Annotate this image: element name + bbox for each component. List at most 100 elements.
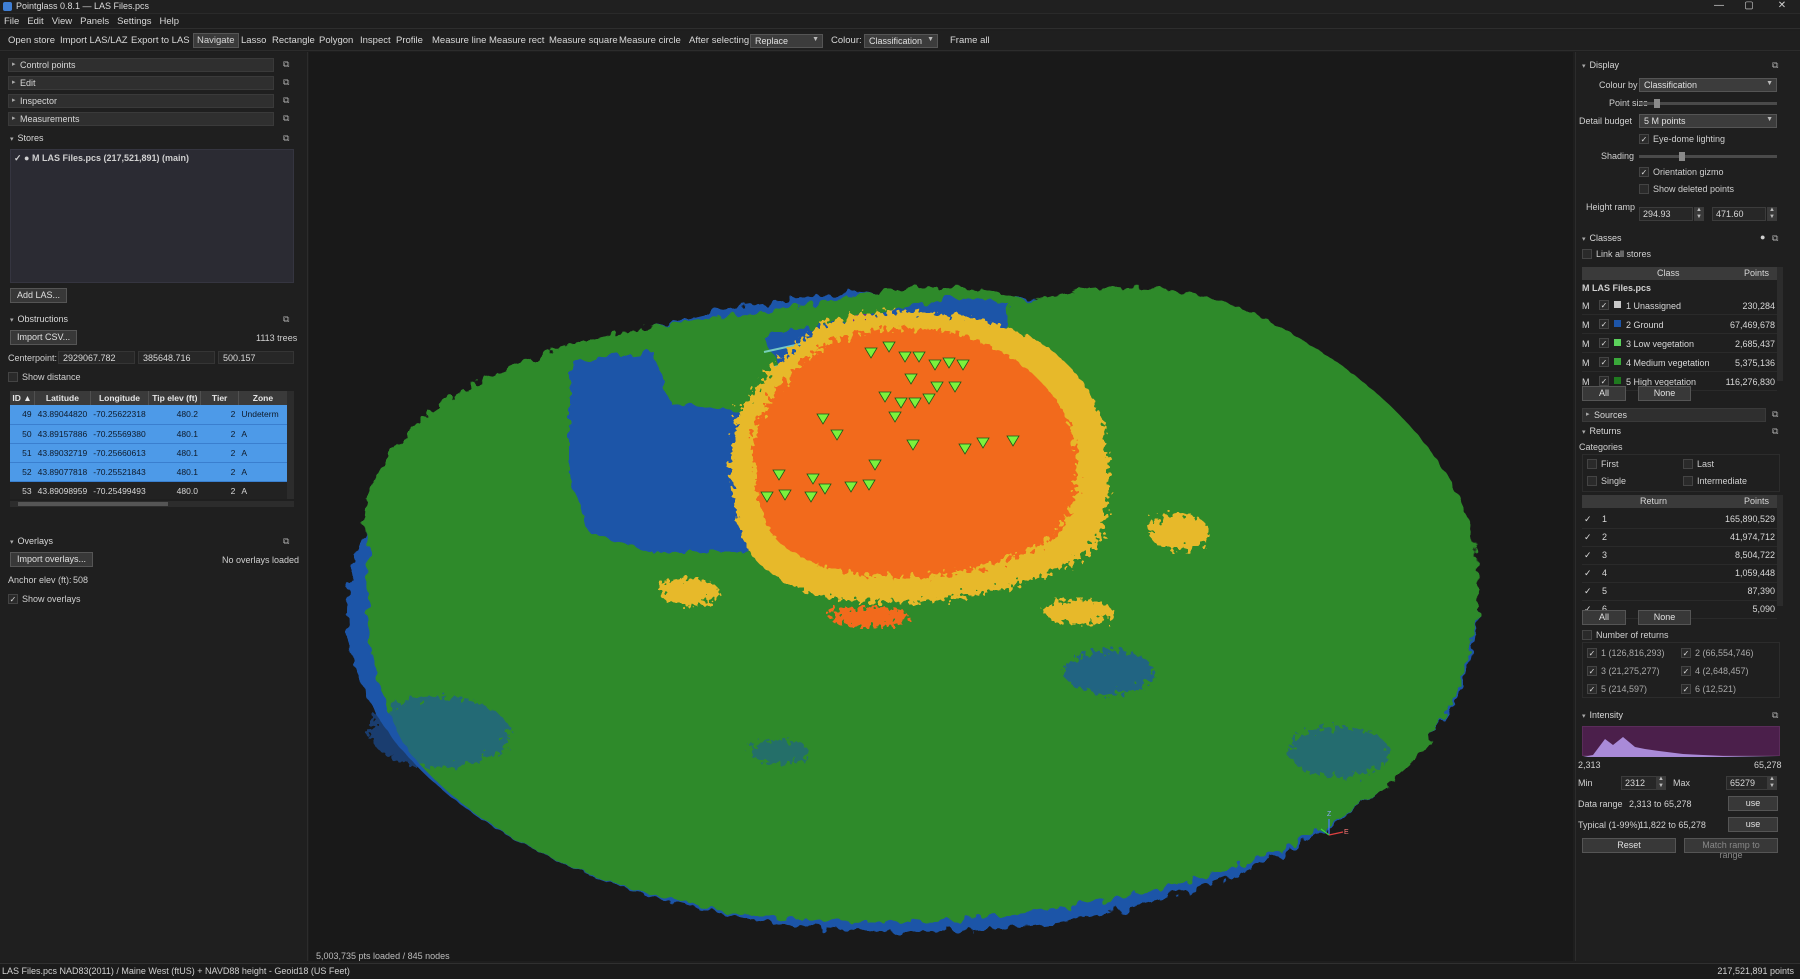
- measure-rect-tool[interactable]: Measure rect: [486, 34, 547, 47]
- table-vscrollbar[interactable]: [287, 391, 294, 499]
- class-mode[interactable]: M: [1582, 358, 1590, 368]
- display-header[interactable]: ▾ Display: [1582, 60, 1619, 70]
- menu-file[interactable]: File: [0, 15, 23, 28]
- import-las-button[interactable]: Import LAS/LAZ: [57, 34, 131, 47]
- popout-icon[interactable]: ⧉: [1772, 426, 1778, 437]
- menu-panels[interactable]: Panels: [76, 15, 113, 28]
- shading-slider[interactable]: [1639, 152, 1777, 161]
- intensity-histogram[interactable]: [1582, 726, 1781, 757]
- col-longitude[interactable]: Longitude: [90, 391, 150, 405]
- popout-icon[interactable]: ⧉: [283, 59, 289, 70]
- class-visible-checkbox[interactable]: ✓: [1599, 376, 1609, 386]
- returns-all-button[interactable]: All: [1582, 610, 1626, 625]
- popout-icon[interactable]: ⧉: [283, 113, 289, 124]
- point-cloud-render[interactable]: Z E: [309, 52, 1573, 961]
- class-visible-checkbox[interactable]: ✓: [1599, 338, 1609, 348]
- class-visible-checkbox[interactable]: ✓: [1599, 319, 1609, 329]
- typical-range-use-button[interactable]: use: [1728, 817, 1778, 832]
- nr-checkbox-4[interactable]: ✓: [1681, 666, 1691, 676]
- popout-icon[interactable]: ⧉: [1772, 409, 1778, 420]
- return-checkbox[interactable]: ✓: [1584, 568, 1592, 579]
- col-class[interactable]: Class: [1657, 268, 1680, 278]
- col-return[interactable]: Return: [1640, 496, 1667, 506]
- stores-header[interactable]: ▾ Stores: [10, 133, 44, 143]
- col-points[interactable]: Points: [1744, 496, 1769, 506]
- return-row[interactable]: ✓ 3 8,504,722: [1582, 546, 1777, 565]
- class-visible-checkbox[interactable]: ✓: [1599, 357, 1609, 367]
- show-overlays-checkbox[interactable]: ✓: [8, 594, 18, 604]
- edit-section[interactable]: ▸ Edit: [8, 76, 274, 90]
- return-row[interactable]: ✓ 1 165,890,529: [1582, 510, 1777, 529]
- returns-scrollbar[interactable]: [1777, 495, 1783, 606]
- first-checkbox[interactable]: [1587, 459, 1597, 469]
- spin-arrows-icon[interactable]: ▲ ▼: [1767, 207, 1777, 221]
- returns-none-button[interactable]: None: [1638, 610, 1691, 625]
- anchor-elev-value[interactable]: 508: [73, 575, 88, 585]
- intermediate-checkbox[interactable]: [1683, 476, 1693, 486]
- centerpoint-z-field[interactable]: 500.157: [218, 351, 294, 364]
- col-tier[interactable]: Tier: [200, 391, 239, 405]
- return-row[interactable]: ✓ 2 41,974,712: [1582, 528, 1777, 547]
- navigate-tool[interactable]: Navigate: [193, 33, 239, 48]
- max-field[interactable]: 65279 ▲ ▼: [1726, 776, 1777, 790]
- export-las-button[interactable]: Export to LAS: [128, 34, 193, 47]
- height-min-field[interactable]: 294.93 ▲ ▼: [1639, 207, 1704, 221]
- link-all-stores-checkbox[interactable]: [1582, 249, 1592, 259]
- popout-icon[interactable]: ⧉: [283, 314, 289, 325]
- colour-select[interactable]: Classification ▼: [864, 34, 938, 48]
- measurements-section[interactable]: ▸ Measurements: [8, 112, 274, 126]
- class-visible-checkbox[interactable]: ✓: [1599, 300, 1609, 310]
- hscroll-thumb[interactable]: [18, 502, 168, 506]
- class-mode[interactable]: M: [1582, 301, 1590, 311]
- col-id[interactable]: ID ▲: [10, 391, 36, 405]
- class-mode[interactable]: M: [1582, 339, 1590, 349]
- class-mode[interactable]: M: [1582, 320, 1590, 330]
- height-max-field[interactable]: 471.60 ▲ ▼: [1712, 207, 1777, 221]
- inspect-tool[interactable]: Inspect: [357, 34, 394, 47]
- after-selecting-select[interactable]: Replace ▼: [750, 34, 823, 48]
- popout-icon[interactable]: ⧉: [283, 95, 289, 106]
- rectangle-tool[interactable]: Rectangle: [269, 34, 318, 47]
- dot-icon[interactable]: ●: [1760, 232, 1765, 242]
- single-checkbox[interactable]: [1587, 476, 1597, 486]
- lasso-tool[interactable]: Lasso: [238, 34, 269, 47]
- returns-header[interactable]: ▾ Returns: [1582, 426, 1621, 436]
- open-store-button[interactable]: Open store: [5, 34, 58, 47]
- table-hscrollbar[interactable]: [10, 501, 294, 507]
- table-row[interactable]: 51 43.89032719 -70.25660613 480.1 2 A: [10, 443, 288, 463]
- polygon-tool[interactable]: Polygon: [316, 34, 356, 47]
- frame-all-button[interactable]: Frame all: [947, 34, 993, 47]
- add-las-button[interactable]: Add LAS...: [10, 288, 68, 303]
- show-distance-checkbox[interactable]: [8, 372, 18, 382]
- class-row[interactable]: M ✓ 4 Medium vegetation 5,375,136: [1582, 353, 1777, 372]
- return-checkbox[interactable]: ✓: [1584, 532, 1592, 543]
- class-row[interactable]: M ✓ 1 Unassigned 230,284: [1582, 296, 1777, 315]
- min-field[interactable]: 2312 ▲ ▼: [1621, 776, 1666, 790]
- return-checkbox[interactable]: ✓: [1584, 514, 1592, 525]
- classes-all-button[interactable]: All: [1582, 386, 1626, 401]
- table-row[interactable]: 53 43.89098959 -70.25499493 480.0 2 A: [10, 481, 288, 499]
- table-row[interactable]: 50 43.89157886 -70.25569380 480.1 2 A: [10, 424, 288, 444]
- spin-arrows-icon[interactable]: ▲ ▼: [1656, 776, 1666, 790]
- spin-arrows-icon[interactable]: ▲ ▼: [1694, 207, 1704, 221]
- table-row[interactable]: 52 43.89077818 -70.25521843 480.1 2 A: [10, 462, 288, 482]
- close-button[interactable]: ✕: [1768, 0, 1796, 11]
- sources-section[interactable]: ▸ Sources: [1582, 408, 1766, 422]
- menu-help[interactable]: Help: [156, 15, 184, 28]
- nr-checkbox-2[interactable]: ✓: [1681, 648, 1691, 658]
- nr-checkbox-1[interactable]: ✓: [1587, 648, 1597, 658]
- popout-icon[interactable]: ⧉: [283, 536, 289, 547]
- intensity-header[interactable]: ▾ Intensity: [1582, 710, 1623, 720]
- popout-icon[interactable]: ⧉: [1772, 710, 1778, 721]
- col-points[interactable]: Points: [1744, 268, 1769, 278]
- control-points-section[interactable]: ▸ Control points: [8, 58, 274, 72]
- table-row[interactable]: 49 43.89044820 -70.25622318 480.2 2 Undeterm: [10, 405, 288, 425]
- nr-checkbox-3[interactable]: ✓: [1587, 666, 1597, 676]
- slider-knob[interactable]: [1679, 152, 1685, 161]
- overlays-header[interactable]: ▾ Overlays: [10, 536, 53, 546]
- slider-knob[interactable]: [1654, 99, 1660, 108]
- eye-dome-checkbox[interactable]: ✓: [1639, 134, 1649, 144]
- menu-edit[interactable]: Edit: [23, 15, 47, 28]
- class-row[interactable]: M ✓ 3 Low vegetation 2,685,437: [1582, 334, 1777, 353]
- return-row[interactable]: ✓ 4 1,059,448: [1582, 564, 1777, 583]
